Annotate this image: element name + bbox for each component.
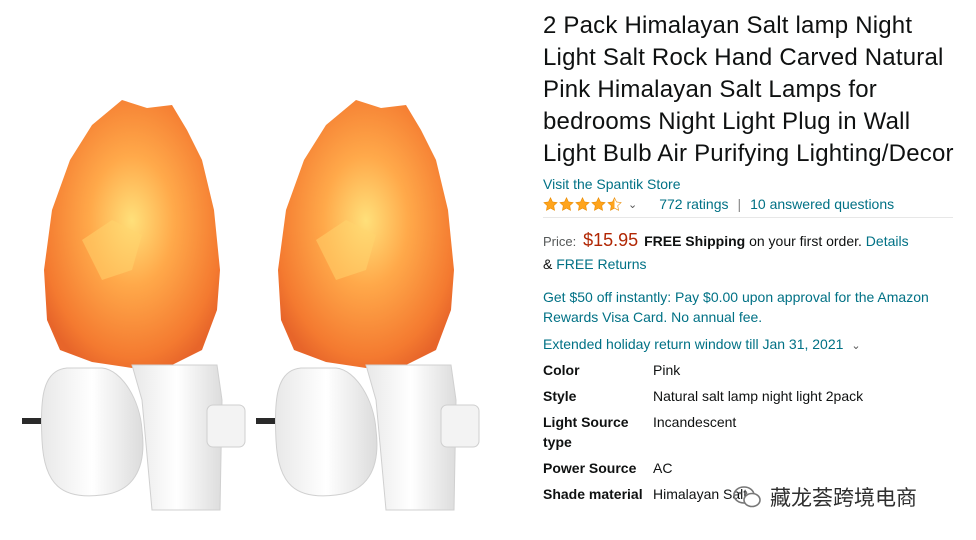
star-icon [559,196,574,211]
half-star-icon [607,196,622,211]
spec-value: AC [653,460,673,476]
star-icon [543,196,558,211]
separator: | [737,196,742,212]
salt-lamp-image-right [256,100,480,511]
spec-value: Natural salt lamp night light 2pack [653,388,864,404]
shipping-suffix: on your first order. [749,233,862,249]
price-row: Price: $15.95 FREE Shipping on your firs… [543,230,963,274]
returns-row: & FREE Returns [543,254,963,274]
answered-questions-link[interactable]: 10 answered questions [750,196,894,212]
spec-key: Color [543,362,580,378]
star-icon [591,196,606,211]
ratings-count-link[interactable]: 772 ratings [659,196,728,212]
free-returns-link[interactable]: FREE Returns [556,256,646,272]
salt-lamp-image-left [22,100,246,511]
spec-value: Pink [653,362,681,378]
free-shipping-label: FREE Shipping [644,233,746,249]
chevron-down-icon: ⌄ [851,340,861,352]
product-image[interactable] [0,0,535,540]
product-detail-panel: 2 Pack Himalayan Salt lamp Night Light S… [543,10,963,510]
visa-offer-link[interactable]: Get $50 off instantly: Pay $0.00 upon ap… [543,287,953,327]
product-title: 2 Pack Himalayan Salt lamp Night Light S… [543,12,954,167]
star-rating[interactable] [543,196,622,212]
star-icon [575,196,590,211]
rating-row: ⌄ 772 ratings | 10 answered questions [543,196,953,218]
chevron-down-icon[interactable]: ⌄ [628,198,637,211]
spec-row: Power Source AC [543,458,963,478]
details-link[interactable]: Details [866,233,909,249]
price-label: Price: [543,234,577,249]
price-value: $15.95 [583,230,639,250]
spec-key: Shade material [543,486,643,502]
holiday-return-link[interactable]: Extended holiday return window till Jan … [543,336,963,352]
watermark: 藏龙荟跨境电商 [732,482,917,512]
spec-key: Light Source type [543,414,629,450]
wechat-icon [733,486,761,508]
spec-key: Style [543,388,577,404]
store-link[interactable]: Visit the Spantik Store [543,176,963,192]
returns-prefix: & [543,256,553,272]
spec-row: Color Pink [543,360,963,380]
holiday-return-text: Extended holiday return window till Jan … [543,336,844,352]
watermark-text: 藏龙荟跨境电商 [770,487,917,510]
spec-value: Incandescent [653,414,737,430]
spec-row: Light Source type Incandescent [543,412,963,452]
spec-key: Power Source [543,460,637,476]
spec-row: Style Natural salt lamp night light 2pac… [543,386,963,406]
